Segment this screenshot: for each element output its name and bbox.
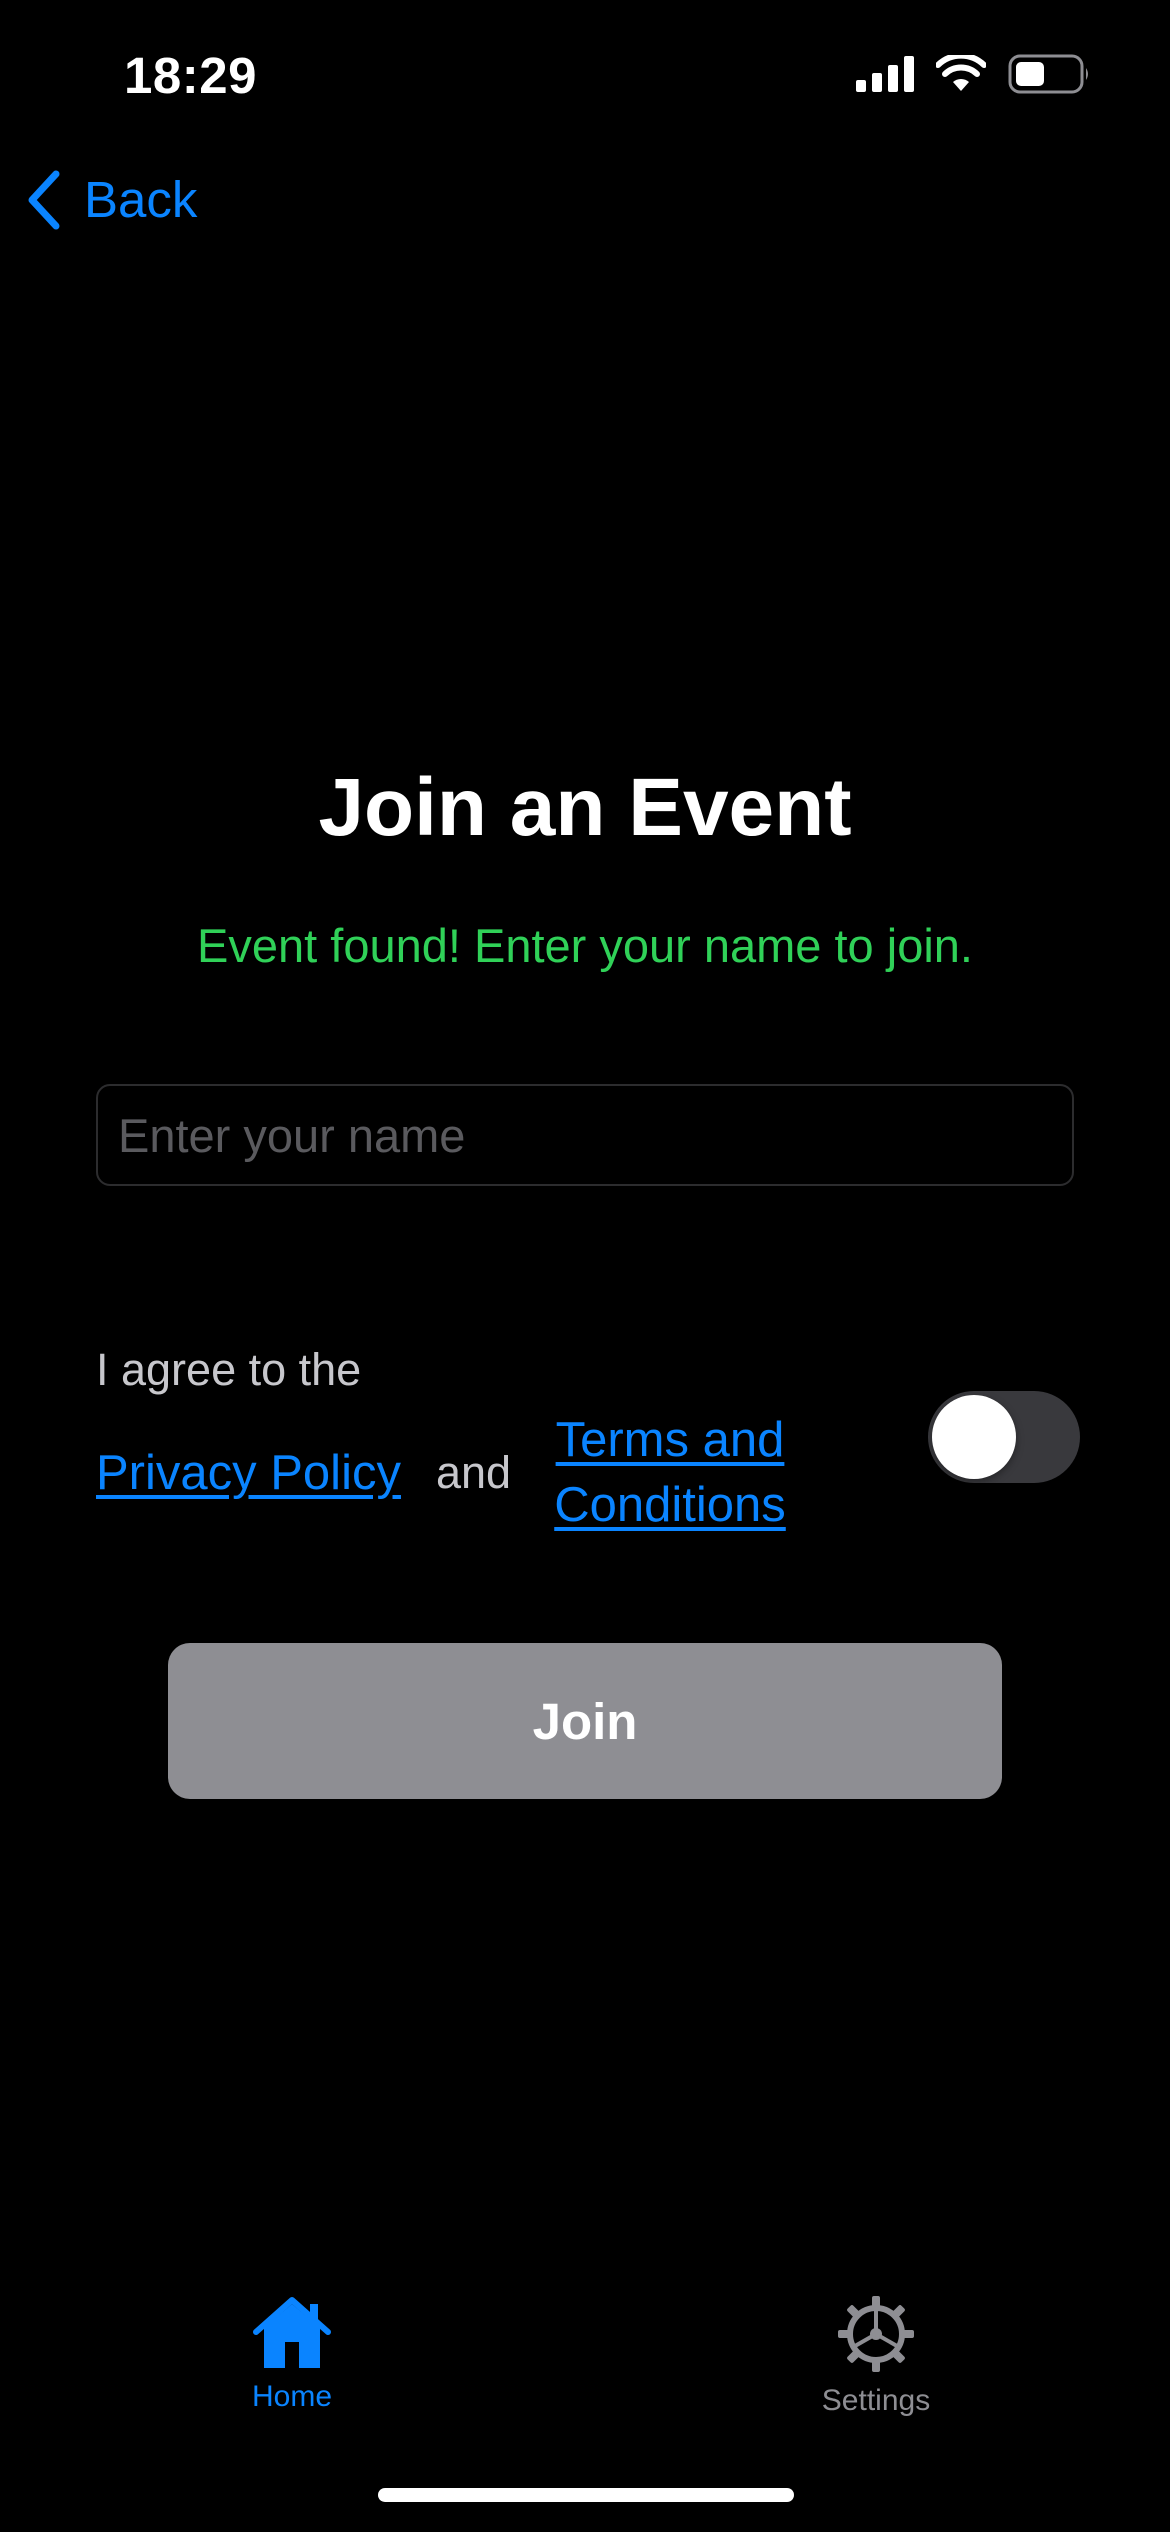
tab-home-label: Home bbox=[251, 2380, 333, 2413]
tab-home[interactable]: Home bbox=[172, 2296, 412, 2415]
chevron-left-icon bbox=[24, 170, 64, 230]
wifi-icon bbox=[936, 55, 986, 93]
toggle-knob bbox=[932, 1395, 1016, 1479]
back-button[interactable]: Back bbox=[24, 170, 197, 230]
house-icon bbox=[250, 2296, 334, 2373]
home-indicator[interactable] bbox=[378, 2488, 794, 2502]
join-button[interactable]: Join bbox=[168, 1643, 1002, 1799]
agree-label: I agree to the bbox=[96, 1344, 362, 1395]
tab-settings[interactable]: Settings bbox=[756, 2296, 996, 2419]
tab-settings-label: Settings bbox=[821, 2384, 931, 2417]
name-input[interactable] bbox=[96, 1084, 1074, 1186]
status-time: 18:29 bbox=[124, 47, 257, 104]
page-title: Join an Event bbox=[318, 762, 852, 853]
back-label: Back bbox=[84, 171, 198, 228]
battery-icon bbox=[1008, 54, 1090, 94]
and-label: and bbox=[436, 1447, 512, 1498]
status-icons bbox=[856, 54, 1090, 94]
cellular-signal-icon bbox=[856, 56, 914, 92]
agree-toggle[interactable] bbox=[928, 1391, 1080, 1483]
status-message: Event found! Enter your name to join. bbox=[197, 919, 973, 972]
gear-icon bbox=[838, 2296, 914, 2377]
terms-and-conditions-link[interactable]: Terms and Conditions bbox=[540, 1408, 800, 1538]
privacy-policy-link[interactable]: Privacy Policy bbox=[96, 1443, 401, 1503]
